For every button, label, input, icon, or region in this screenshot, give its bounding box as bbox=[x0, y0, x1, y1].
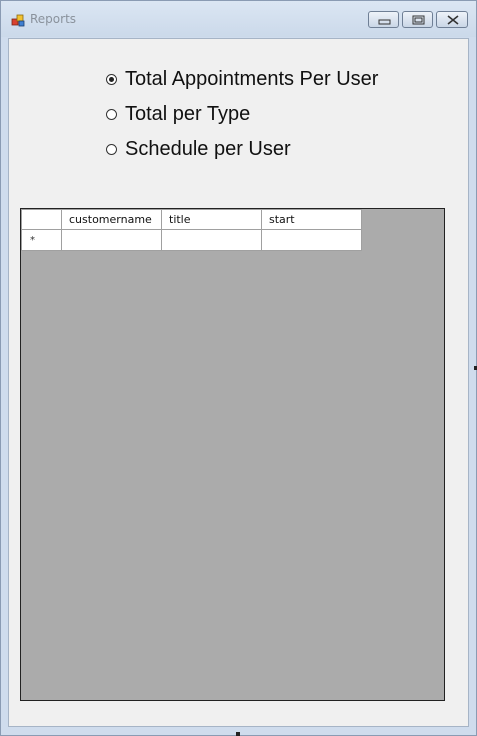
form-client-area: Total Appointments Per User Total per Ty… bbox=[8, 38, 469, 727]
grid-table: customername title start * bbox=[21, 209, 362, 251]
new-row: * bbox=[21, 229, 362, 251]
grid-corner-cell[interactable] bbox=[21, 209, 62, 230]
radio-button[interactable] bbox=[106, 108, 117, 120]
column-header-title[interactable]: title bbox=[161, 209, 262, 230]
grid-header-row: customername title start bbox=[21, 209, 362, 230]
radio-total-appointments-per-user[interactable]: Total Appointments Per User bbox=[106, 66, 378, 92]
radio-label: Schedule per User bbox=[125, 137, 291, 160]
maximize-icon bbox=[412, 15, 425, 25]
minimize-button[interactable] bbox=[368, 11, 399, 28]
report-data-grid[interactable]: customername title start * bbox=[20, 208, 445, 701]
radio-label: Total per Type bbox=[125, 102, 251, 125]
radio-schedule-per-user[interactable]: Schedule per User bbox=[106, 136, 291, 162]
cell-start[interactable] bbox=[261, 229, 362, 251]
title-bar[interactable]: Reports bbox=[1, 1, 476, 37]
column-header-start[interactable]: start bbox=[261, 209, 362, 230]
close-icon bbox=[447, 15, 459, 25]
window-title: Reports bbox=[30, 12, 77, 26]
reports-window: Reports Total Appointments Per User Tota… bbox=[0, 0, 477, 736]
maximize-button[interactable] bbox=[402, 11, 433, 28]
radio-button[interactable] bbox=[106, 143, 117, 155]
radio-button-selected[interactable] bbox=[106, 73, 117, 85]
cell-customername[interactable] bbox=[61, 229, 162, 251]
minimize-icon bbox=[378, 19, 391, 25]
radio-label: Total Appointments Per User bbox=[125, 67, 379, 90]
resize-bottom-indicator[interactable] bbox=[236, 732, 240, 736]
radio-total-per-type[interactable]: Total per Type bbox=[106, 101, 250, 127]
close-button[interactable] bbox=[436, 11, 468, 28]
column-header-customername[interactable]: customername bbox=[61, 209, 162, 230]
new-row-marker[interactable]: * bbox=[21, 229, 62, 251]
cell-title[interactable] bbox=[161, 229, 262, 251]
app-icon bbox=[11, 14, 25, 27]
